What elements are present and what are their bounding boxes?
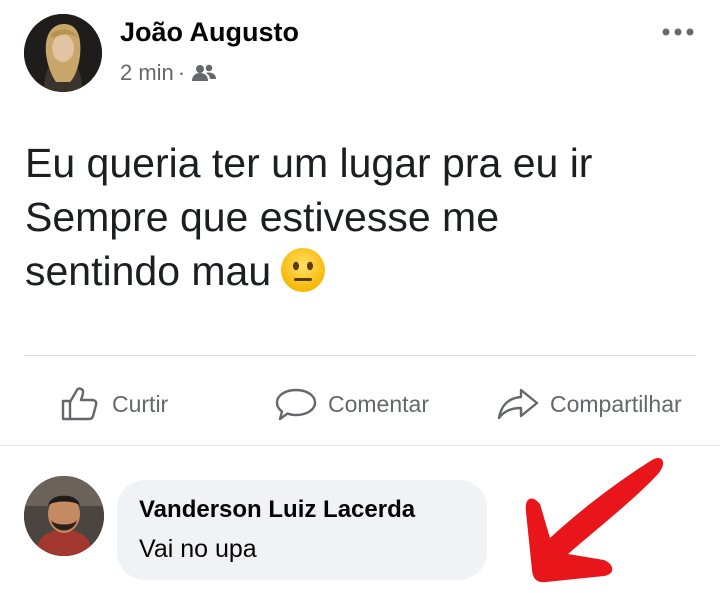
- comment-label: Comentar: [328, 390, 429, 417]
- commenter-name[interactable]: Vanderson Luiz Lacerda: [139, 496, 415, 524]
- divider: [24, 355, 696, 356]
- post-meta: 2 min ·: [120, 60, 217, 86]
- author-avatar[interactable]: [24, 14, 102, 92]
- friends-icon[interactable]: [191, 63, 217, 83]
- post-text: Eu queria ter um lugar pra eu ir Sempre …: [25, 136, 695, 298]
- more-options-icon[interactable]: [658, 22, 698, 42]
- share-arrow-icon: [497, 388, 539, 420]
- comment-button[interactable]: Comentar: [274, 380, 429, 428]
- comment-bubble: Vanderson Luiz Lacerda Vai no upa: [117, 480, 487, 580]
- comment-text: Vai no upa: [139, 535, 257, 563]
- red-arrow-annotation-icon: [525, 457, 664, 583]
- like-label: Curtir: [112, 390, 169, 417]
- post-text-line: Sempre que estivesse me: [25, 194, 500, 240]
- neutral-face-emoji-icon: [279, 246, 327, 294]
- comment-bubble-icon: [275, 388, 317, 421]
- post-time[interactable]: 2 min: [120, 60, 174, 86]
- post-text-line: Eu queria ter um lugar pra eu ir: [25, 140, 593, 186]
- like-button[interactable]: Curtir: [60, 380, 168, 428]
- post-header: João Augusto 2 min ·: [24, 12, 704, 98]
- author-name[interactable]: João Augusto: [120, 17, 299, 48]
- post-action-bar: Curtir Comentar Compartilhar: [0, 380, 720, 428]
- share-label: Compartilhar: [550, 390, 682, 417]
- commenter-avatar[interactable]: [24, 476, 104, 556]
- thumbs-up-icon: [61, 387, 98, 421]
- meta-separator: ·: [177, 60, 186, 85]
- share-button[interactable]: Compartilhar: [496, 380, 682, 428]
- post-text-line: sentindo mau: [25, 244, 695, 298]
